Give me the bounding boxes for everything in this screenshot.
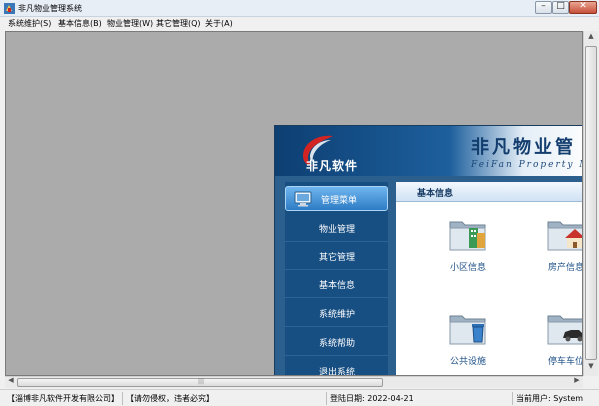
status-current-user: 当前用户: System bbox=[512, 392, 598, 405]
menu-basic-info[interactable]: 基本信息(B) bbox=[58, 18, 102, 29]
nav-item-basic-info[interactable]: 基本信息 bbox=[285, 270, 388, 298]
logo-text: 非凡软件 bbox=[306, 159, 359, 173]
trash-can-folder-icon bbox=[449, 315, 486, 345]
nav-item-exit-system[interactable]: 退出系统 bbox=[285, 357, 388, 376]
app-icon bbox=[4, 3, 15, 14]
window-title: 非凡物业管理系统 bbox=[18, 4, 82, 13]
tile-public-facilities[interactable]: 公共设施 bbox=[433, 308, 503, 375]
menu-about[interactable]: 关于(A) bbox=[205, 18, 233, 29]
mdi-client-area: 非凡软件 非凡物业管 FeiFan Property Ma 管理菜单 物业管理 … bbox=[5, 31, 583, 376]
nav-item-label: 基本信息 bbox=[319, 281, 356, 291]
tile-label: 房产信息 bbox=[547, 263, 583, 273]
menu-property-management[interactable]: 物业管理(W) bbox=[107, 18, 153, 29]
nav-item-system-help[interactable]: 系统帮助 bbox=[285, 328, 388, 356]
nav-item-label: 系统维护 bbox=[319, 310, 356, 320]
nav-item-property-management[interactable]: 物业管理 bbox=[285, 214, 388, 242]
nav-item-label: 其它管理 bbox=[319, 253, 356, 263]
nav-item-other-management[interactable]: 其它管理 bbox=[285, 242, 388, 270]
status-bar: 【淄博非凡软件开发有限公司】 【请勿侵权，违者必究】 登陆日期: 2022-04… bbox=[0, 389, 599, 406]
building-folder-icon bbox=[449, 221, 486, 251]
status-login-date-text: 登陆日期: 2022-04-21 bbox=[330, 394, 414, 403]
status-company: 【淄博非凡软件开发有限公司】 bbox=[4, 392, 122, 405]
scroll-down-icon[interactable]: ▼ bbox=[584, 362, 598, 376]
status-current-user-text: 当前用户: System bbox=[516, 394, 584, 403]
maximize-icon: □ bbox=[556, 1, 565, 11]
nav-item-label: 系统帮助 bbox=[319, 339, 356, 349]
monitor-icon bbox=[294, 191, 312, 207]
menu-header: 管理菜单 bbox=[285, 186, 388, 211]
minimize-icon: – bbox=[541, 1, 546, 11]
horizontal-scrollbar[interactable]: ◀ ||| ▶ bbox=[5, 376, 583, 388]
status-company-text: 【淄博非凡软件开发有限公司】 bbox=[7, 394, 119, 403]
brand-title: 非凡物业管 bbox=[471, 137, 576, 158]
nav-item-label: 退出系统 bbox=[319, 368, 356, 376]
scroll-grip-icon: ||| bbox=[198, 378, 205, 385]
content-title: 基本信息 bbox=[417, 189, 454, 199]
banner: 非凡软件 非凡物业管 FeiFan Property Ma bbox=[275, 126, 582, 176]
nav-item-label: 物业管理 bbox=[319, 225, 356, 235]
brand-subtitle: FeiFan Property Ma bbox=[471, 160, 582, 170]
scroll-left-icon[interactable]: ◀ bbox=[5, 376, 17, 384]
close-icon: ✕ bbox=[579, 1, 587, 11]
title-bar: 非凡物业管理系统 – □ ✕ bbox=[0, 0, 599, 17]
vertical-scroll-thumb[interactable] bbox=[585, 46, 597, 360]
menu-other-management[interactable]: 其它管理(Q) bbox=[156, 18, 201, 29]
scroll-right-icon[interactable]: ▶ bbox=[571, 376, 583, 384]
close-button[interactable]: ✕ bbox=[569, 1, 597, 14]
content-header: 基本信息 bbox=[396, 182, 582, 202]
car-folder-icon bbox=[547, 315, 582, 345]
tile-house-info[interactable]: 房产信息 bbox=[531, 214, 583, 284]
house-folder-icon bbox=[547, 221, 582, 251]
maximize-button[interactable]: □ bbox=[552, 1, 569, 14]
status-copyright: 【请勿侵权，违者必究】 bbox=[122, 392, 326, 405]
vertical-scrollbar[interactable]: ▲ ▼ bbox=[583, 31, 598, 376]
menu-header-label: 管理菜单 bbox=[321, 196, 358, 206]
menu-bar: 系统维护(S) 基本信息(B) 物业管理(W) 其它管理(Q) 关于(A) bbox=[0, 17, 599, 30]
status-copyright-text: 【请勿侵权，违者必究】 bbox=[126, 394, 214, 403]
scroll-up-icon[interactable]: ▲ bbox=[584, 32, 598, 46]
tile-label: 小区信息 bbox=[449, 263, 486, 273]
tile-label: 停车车位 bbox=[547, 357, 583, 367]
nav-item-system-maintenance[interactable]: 系统维护 bbox=[285, 299, 388, 327]
tile-parking-spaces[interactable]: 停车车位 bbox=[531, 308, 583, 375]
content-panel: 基本信息 小区信息 房产信息 公共设施 停车车位 bbox=[396, 182, 583, 375]
status-login-date: 登陆日期: 2022-04-21 bbox=[326, 392, 512, 405]
main-child-window: 非凡软件 非凡物业管 FeiFan Property Ma 管理菜单 物业管理 … bbox=[274, 125, 583, 376]
minimize-button[interactable]: – bbox=[535, 1, 552, 14]
left-nav-menu: 管理菜单 物业管理 其它管理 基本信息 系统维护 系统帮助 退出系统 bbox=[285, 182, 388, 376]
menu-system-maintenance[interactable]: 系统维护(S) bbox=[8, 18, 51, 29]
tile-community-info[interactable]: 小区信息 bbox=[433, 214, 503, 284]
tile-label: 公共设施 bbox=[449, 357, 486, 367]
